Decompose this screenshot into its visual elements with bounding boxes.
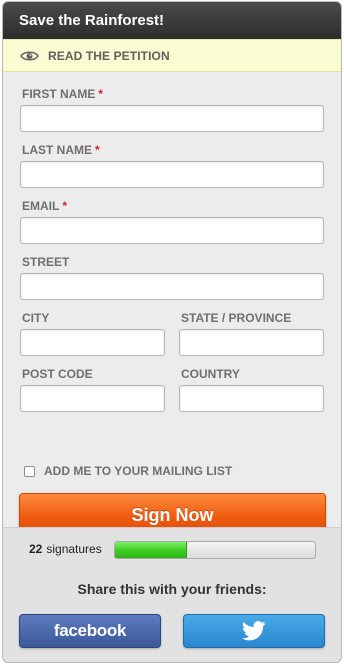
facebook-label: facebook: [53, 621, 127, 640]
share-panel: 22 signatures Share this with your frien…: [3, 527, 341, 662]
signup-form: FIRST NAME * LAST NAME * EMAIL * STREET CIT…: [3, 72, 341, 538]
signature-counter: 22 signatures: [29, 542, 102, 556]
last-name-input[interactable]: [20, 161, 324, 188]
email-input[interactable]: [20, 217, 324, 244]
eye-icon: [20, 50, 39, 61]
petition-widget: Save the Rainforest! READ THE PETITION F…: [2, 1, 342, 663]
twitter-share-button[interactable]: [183, 614, 325, 648]
signature-progress-fill: [115, 542, 187, 558]
signature-label: signatures: [46, 542, 102, 556]
country-label: COUNTRY: [181, 367, 240, 381]
first-name-input[interactable]: [20, 105, 324, 132]
required-marker: *: [95, 143, 100, 157]
country-input[interactable]: [179, 385, 324, 412]
signature-count: 22: [29, 542, 43, 556]
widget-title: Save the Rainforest!: [19, 12, 165, 29]
read-petition-link[interactable]: READ THE PETITION: [3, 39, 341, 72]
mailing-list-label: ADD ME TO YOUR MAILING LIST: [44, 464, 233, 478]
twitter-bird-icon: [242, 621, 266, 641]
post-code-label: POST CODE: [22, 367, 93, 381]
signature-progress-bar: [114, 541, 316, 559]
city-label: CITY: [22, 311, 50, 325]
required-marker: *: [62, 199, 68, 213]
street-label: STREET: [22, 255, 70, 269]
state-province-input[interactable]: [179, 329, 324, 356]
street-input[interactable]: [20, 273, 324, 300]
mailing-list-option[interactable]: ADD ME TO YOUR MAILING LIST: [24, 464, 232, 478]
required-marker: *: [98, 87, 104, 101]
widget-header: Save the Rainforest!: [3, 2, 341, 39]
email-label: EMAIL *: [22, 199, 68, 213]
last-name-label: LAST NAME *: [22, 143, 100, 157]
read-petition-label: READ THE PETITION: [48, 48, 170, 63]
city-input[interactable]: [20, 329, 165, 356]
first-name-label: FIRST NAME *: [22, 87, 104, 101]
share-title: Share this with your friends:: [77, 581, 267, 597]
post-code-input[interactable]: [20, 385, 165, 412]
state-province-label: STATE / PROVINCE: [181, 311, 292, 325]
facebook-share-button[interactable]: facebook: [19, 614, 161, 648]
mailing-list-checkbox[interactable]: [24, 465, 35, 477]
